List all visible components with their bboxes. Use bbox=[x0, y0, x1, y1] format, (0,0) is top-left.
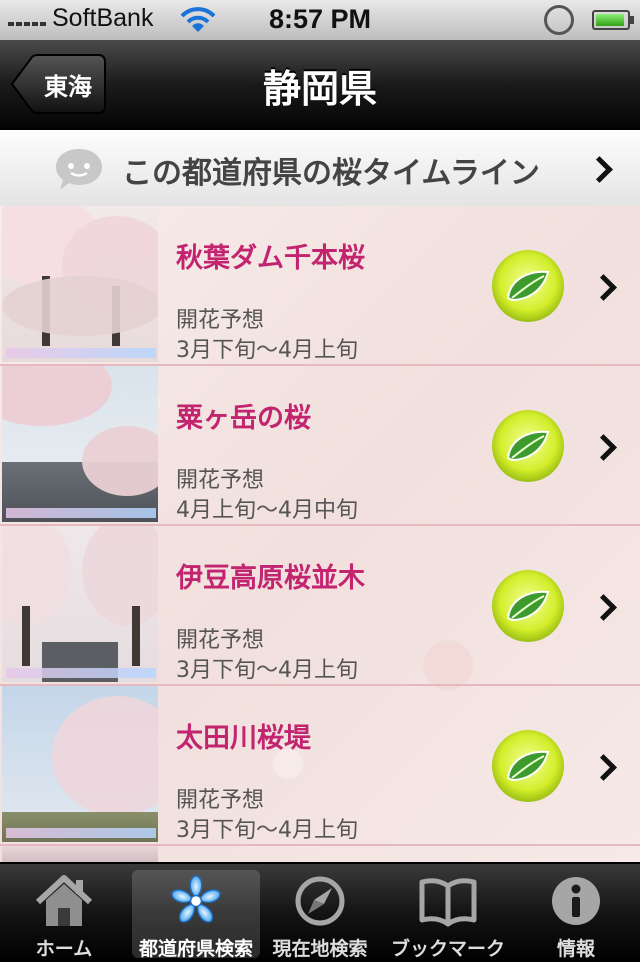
tab-home[interactable]: ホーム bbox=[0, 864, 128, 962]
forecast-period: 3月下旬〜4月上旬 bbox=[176, 658, 358, 683]
tab-bar: ホーム 都道府県検索 現在地検索 ブックマーク 情報 bbox=[0, 862, 640, 962]
leaf-icon bbox=[492, 410, 564, 482]
tab-label: 情報 bbox=[556, 938, 595, 960]
list-item[interactable]: 秋葉ダム千本桜 開花予想 3月下旬〜4月上旬 bbox=[0, 206, 640, 366]
spot-photo bbox=[2, 526, 158, 682]
status-bar: SoftBank 8:57 PM bbox=[0, 0, 640, 40]
navigation-bar: 東海 静岡県 bbox=[0, 40, 640, 130]
chevron-right-icon bbox=[590, 434, 617, 461]
chevron-right-icon bbox=[590, 754, 617, 781]
tab-label: ホーム bbox=[35, 938, 93, 960]
book-icon bbox=[419, 878, 477, 927]
timeline-label: この都道府県の桜タイムライン bbox=[122, 156, 540, 191]
list-item[interactable]: 太田川桜堤 開花予想 3月下旬〜4月上旬 bbox=[0, 686, 640, 846]
chevron-right-icon bbox=[586, 156, 613, 183]
spot-name: 粟ヶ岳の桜 bbox=[176, 403, 311, 434]
spot-list: 秋葉ダム千本桜 開花予想 3月下旬〜4月上旬 粟ヶ岳の桜 開花予想 4月上旬〜4… bbox=[0, 206, 640, 862]
chevron-right-icon bbox=[590, 274, 617, 301]
spot-name: 太田川桜堤 bbox=[176, 723, 311, 754]
forecast-label: 開花予想 bbox=[176, 628, 265, 653]
forecast-label: 開花予想 bbox=[176, 788, 265, 813]
rotation-lock-icon bbox=[544, 5, 574, 35]
home-icon bbox=[35, 875, 93, 926]
spot-photo bbox=[2, 366, 158, 522]
forecast-period: 3月下旬〜4月上旬 bbox=[176, 818, 358, 843]
tab-nearby-search[interactable]: 現在地検索 bbox=[256, 864, 384, 962]
leaf-icon bbox=[492, 250, 564, 322]
spot-photo bbox=[2, 206, 158, 362]
tab-label: ブックマーク bbox=[390, 938, 505, 960]
page-title: 静岡県 bbox=[262, 67, 377, 111]
chevron-right-icon bbox=[590, 594, 617, 621]
leaf-icon bbox=[492, 730, 564, 802]
tab-info[interactable]: 情報 bbox=[512, 864, 640, 962]
forecast-label: 開花予想 bbox=[176, 308, 265, 333]
forecast-period: 4月上旬〜4月中旬 bbox=[176, 498, 358, 523]
list-item[interactable] bbox=[0, 846, 640, 862]
forecast-period: 3月下旬〜4月上旬 bbox=[176, 338, 358, 363]
tab-prefecture-search[interactable]: 都道府県検索 bbox=[132, 870, 260, 960]
tab-label: 現在地検索 bbox=[272, 938, 368, 960]
sakura-icon bbox=[171, 875, 221, 923]
spot-photo bbox=[2, 846, 158, 862]
list-item[interactable]: 粟ヶ岳の桜 開花予想 4月上旬〜4月中旬 bbox=[0, 366, 640, 526]
tab-bookmark[interactable]: ブックマーク bbox=[384, 864, 512, 962]
spot-name: 伊豆高原桜並木 bbox=[176, 563, 365, 594]
list-item[interactable]: 伊豆高原桜並木 開花予想 3月下旬〜4月上旬 bbox=[0, 526, 640, 686]
speech-bubble-icon bbox=[56, 149, 102, 190]
spot-name: 秋葉ダム千本桜 bbox=[176, 243, 365, 274]
forecast-label: 開花予想 bbox=[176, 468, 265, 493]
spot-photo bbox=[2, 686, 158, 842]
timeline-link[interactable]: この都道府県の桜タイムライン bbox=[0, 130, 640, 208]
info-icon bbox=[552, 877, 600, 925]
leaf-icon bbox=[492, 570, 564, 642]
tab-label: 都道府県検索 bbox=[138, 938, 253, 960]
compass-icon bbox=[295, 876, 345, 926]
battery-icon bbox=[592, 10, 634, 30]
